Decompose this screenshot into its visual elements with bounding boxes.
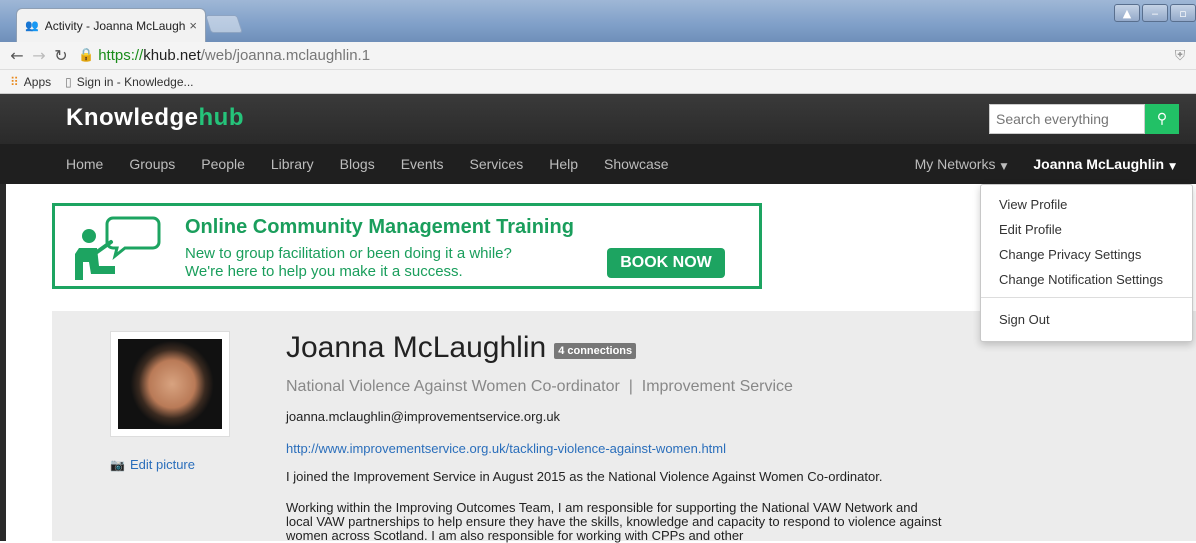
profile-photo — [110, 331, 230, 437]
profile-name-row: Joanna McLaughlin 4 connections — [286, 331, 637, 365]
menu-divider — [981, 297, 1192, 298]
search-icon: ⚲ — [1156, 111, 1168, 127]
nav-events[interactable]: Events — [388, 156, 457, 172]
menu-change-privacy[interactable]: Change Privacy Settings — [981, 245, 1192, 270]
training-banner[interactable]: Online Community Management Training New… — [52, 203, 762, 289]
nav-help[interactable]: Help — [536, 156, 591, 172]
bookmark-apps-label: Apps — [23, 74, 52, 89]
banner-line2: We're here to help you make it a success… — [185, 263, 463, 280]
user-dropdown-menu: View Profile Edit Profile Change Privacy… — [980, 184, 1193, 342]
site-header: Knowledgehub ⚲ — [0, 94, 1196, 144]
menu-view-profile[interactable]: View Profile — [981, 195, 1192, 220]
people-icon: 👥 — [25, 19, 39, 32]
browser-tab[interactable]: 👥 Activity - Joanna McLaugh × — [16, 8, 206, 42]
shield-icon[interactable]: ⛨ — [1170, 48, 1190, 64]
profile-name: Joanna McLaughlin — [286, 331, 547, 364]
address-bar: ← → ↻ 🔒 https:// khub.net /web/joanna.mc… — [0, 42, 1196, 70]
lock-icon: 🔒 — [78, 48, 95, 63]
browser-titlebar: 👥 Activity - Joanna McLaugh × ▲ ‒ ▫ — [0, 0, 1196, 42]
url-host: khub.net — [143, 47, 201, 64]
my-networks-label: My Networks — [914, 156, 996, 172]
url-scheme: https:// — [98, 47, 144, 64]
window-controls: ▲ ‒ ▫ — [1114, 4, 1196, 22]
user-menu[interactable]: Joanna McLaughlin ▼ — [1019, 156, 1196, 172]
bookmarks-bar: ⠿ Apps ▯ Sign in - Knowledge... — [0, 70, 1196, 94]
profile-bio-paragraph-2: Working within the Improving Outcomes Te… — [286, 500, 942, 543]
camera-icon: 📷 — [110, 457, 125, 472]
nav-people[interactable]: People — [188, 156, 258, 172]
site-nav: Home Groups People Library Blogs Events … — [0, 144, 1196, 184]
banner-title: Online Community Management Training — [185, 216, 574, 238]
avatar — [118, 339, 222, 429]
tab-close-button[interactable]: × — [189, 18, 197, 33]
logo-accent: hub — [198, 104, 244, 131]
nav-library[interactable]: Library — [258, 156, 327, 172]
profile-bio-paragraph-1: I joined the Improvement Service in Augu… — [286, 469, 883, 484]
profile-role: National Violence Against Women Co-ordin… — [286, 378, 793, 395]
page-icon: ▯ — [65, 74, 72, 89]
caret-down-icon: ▼ — [1000, 162, 1008, 172]
nav-blogs[interactable]: Blogs — [327, 156, 388, 172]
site-logo[interactable]: Knowledgehub — [66, 104, 244, 132]
my-networks-menu[interactable]: My Networks ▼ — [903, 156, 1020, 172]
presenter-icon — [75, 216, 161, 280]
banner-line1: New to group facilitation or been doing … — [185, 245, 512, 262]
nav-groups[interactable]: Groups — [116, 156, 188, 172]
url-field[interactable]: 🔒 https:// khub.net /web/joanna.mclaughl… — [78, 47, 1170, 64]
book-now-button[interactable]: BOOK NOW — [607, 248, 725, 278]
back-button[interactable]: ← — [6, 46, 28, 65]
menu-change-notifications[interactable]: Change Notification Settings — [981, 270, 1192, 295]
caret-down-icon: ▼ — [1169, 162, 1176, 172]
menu-sign-out[interactable]: Sign Out — [981, 310, 1192, 335]
logo-main: Knowledge — [66, 104, 199, 131]
profile-panel: 📷 Edit picture Joanna McLaughlin 4 conne… — [52, 311, 1196, 543]
user-menu-label: Joanna McLaughlin — [1033, 156, 1165, 172]
minimize-button[interactable]: ‒ — [1142, 4, 1168, 22]
connections-badge[interactable]: 4 connections — [554, 343, 637, 359]
edit-picture-label: Edit picture — [129, 457, 195, 472]
new-tab-button[interactable] — [205, 15, 243, 33]
url-path: /web/joanna.mclaughlin.1 — [200, 47, 371, 64]
nav-showcase[interactable]: Showcase — [591, 156, 682, 172]
tab-title: Activity - Joanna McLaugh — [44, 18, 186, 33]
user-icon[interactable]: ▲ — [1114, 4, 1140, 22]
profile-website-link[interactable]: http://www.improvementservice.org.uk/tac… — [286, 441, 726, 456]
bookmark-apps[interactable]: ⠿ Apps — [10, 75, 51, 89]
maximize-button[interactable]: ▫ — [1170, 4, 1196, 22]
apps-grid-icon: ⠿ — [10, 74, 19, 89]
forward-button[interactable]: → — [28, 46, 50, 65]
search-button[interactable]: ⚲ — [1145, 104, 1179, 134]
nav-home[interactable]: Home — [53, 156, 116, 172]
menu-edit-profile[interactable]: Edit Profile — [981, 220, 1192, 245]
bookmark-signin[interactable]: ▯ Sign in - Knowledge... — [65, 75, 193, 89]
reload-button[interactable]: ↻ — [50, 46, 72, 65]
profile-email: joanna.mclaughlin@improvementservice.org… — [286, 409, 561, 424]
bookmark-signin-label: Sign in - Knowledge... — [76, 74, 194, 89]
nav-services[interactable]: Services — [457, 156, 537, 172]
search-input[interactable] — [989, 104, 1145, 134]
edit-picture-link[interactable]: 📷 Edit picture — [110, 457, 195, 472]
site-search: ⚲ — [989, 104, 1179, 134]
